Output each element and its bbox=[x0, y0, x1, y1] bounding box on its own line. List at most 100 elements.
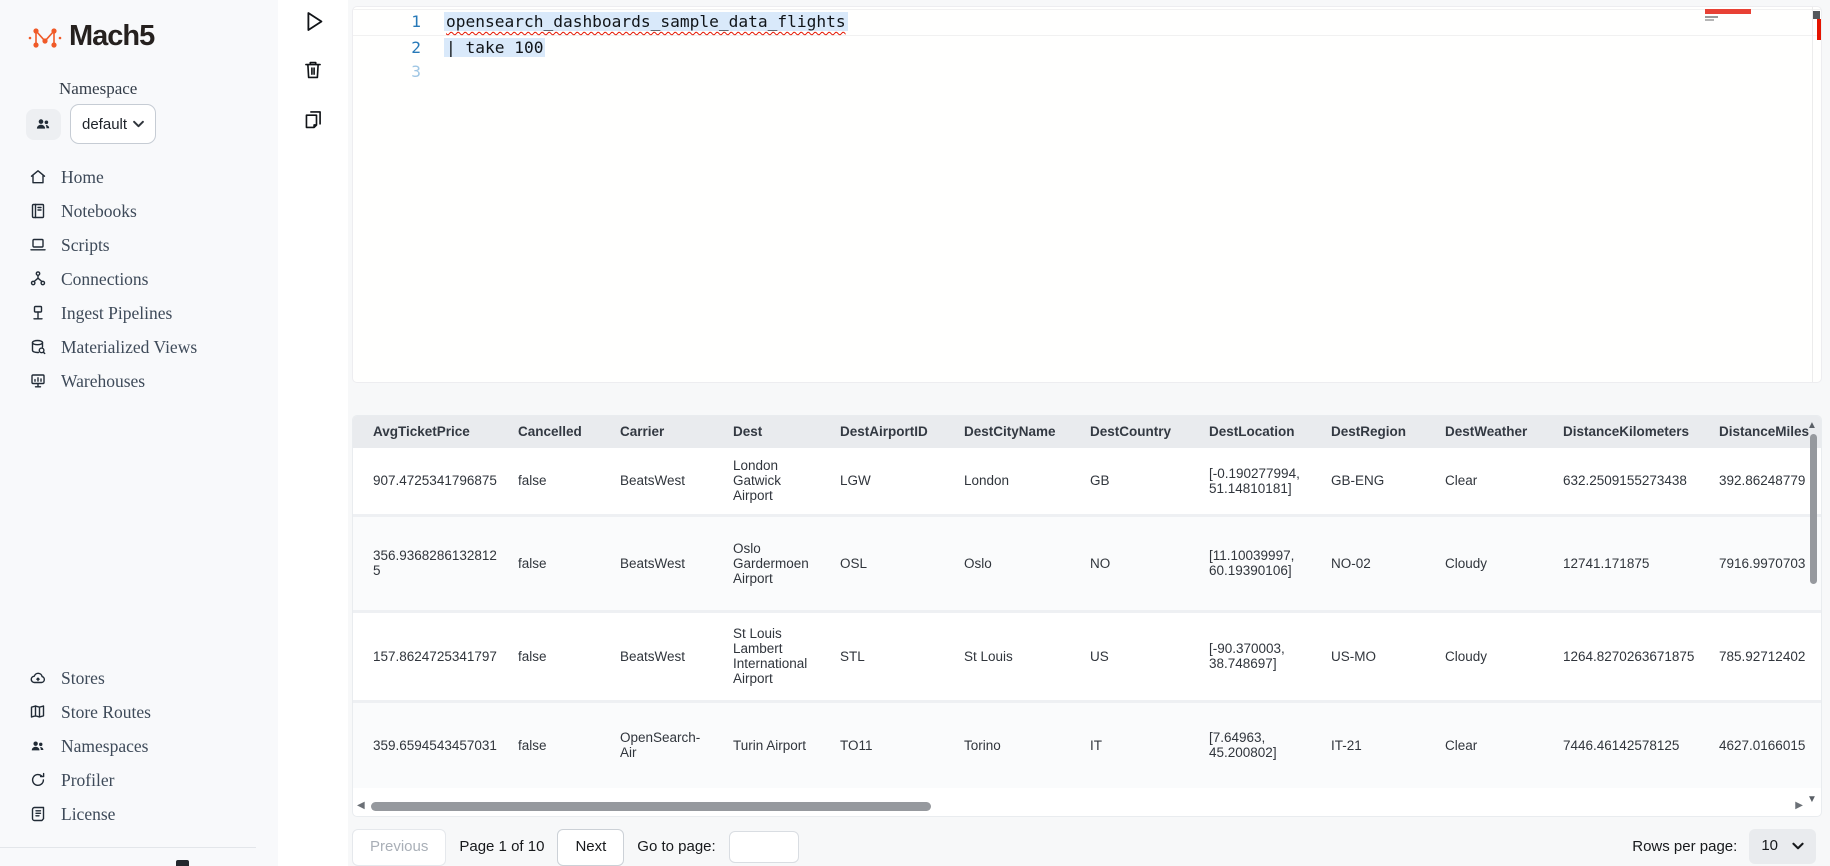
delete-query-button[interactable] bbox=[291, 49, 335, 91]
namespace-selected-value: default bbox=[82, 115, 128, 133]
table-cell: false bbox=[508, 447, 610, 514]
editor-line-3[interactable]: 3 bbox=[353, 60, 1821, 85]
vertical-scrollbar[interactable]: ▲ ▼ bbox=[1805, 416, 1819, 816]
line-number: 3 bbox=[411, 62, 421, 81]
chevron-down-icon bbox=[1792, 842, 1804, 849]
table-cell: 907.4725341796875 bbox=[353, 447, 508, 514]
column-header-destregion[interactable]: DestRegion bbox=[1321, 415, 1435, 448]
table-cell: Torino bbox=[954, 699, 1080, 788]
sidebar-item-warehouses[interactable]: Warehouses bbox=[0, 364, 278, 398]
table-cell: US bbox=[1080, 609, 1199, 700]
table-cell: NO-02 bbox=[1321, 513, 1435, 610]
sidebar-item-stores[interactable]: Stores bbox=[0, 661, 278, 695]
table-cell: NO bbox=[1080, 513, 1199, 610]
table-row[interactable]: 907.4725341796875 false BeatsWest London Ga… bbox=[353, 447, 1821, 514]
table-row[interactable]: 157.8624725341797 false BeatsWest St Louis … bbox=[353, 609, 1821, 700]
minimap-error-marker bbox=[1705, 9, 1751, 14]
sidebar-item-materialized-views[interactable]: Materialized Views bbox=[0, 330, 278, 364]
rows-per-page-label: Rows per page: bbox=[1632, 838, 1738, 855]
sidebar-item-label: License bbox=[61, 803, 116, 824]
license-icon bbox=[29, 805, 47, 823]
warehouse-icon bbox=[29, 372, 47, 390]
sidebar-item-connections[interactable]: Connections bbox=[0, 262, 278, 296]
ruler-error-marker bbox=[1817, 19, 1821, 40]
table-cell: Clear bbox=[1435, 699, 1553, 788]
sidebar-item-namespaces[interactable]: Namespaces bbox=[0, 729, 278, 763]
column-header-avgticketprice[interactable]: AvgTicketPrice bbox=[353, 415, 508, 448]
goto-page-input[interactable] bbox=[728, 831, 799, 863]
copy-query-button[interactable] bbox=[291, 98, 335, 140]
scroll-down-icon[interactable]: ▼ bbox=[1805, 794, 1819, 805]
editor-line-2[interactable]: 2 | take 100 bbox=[353, 36, 1821, 61]
sidebar-item-home[interactable]: Home bbox=[0, 160, 278, 194]
column-header-dest[interactable]: Dest bbox=[723, 415, 830, 448]
namespace-select[interactable]: default bbox=[70, 104, 156, 144]
editor-toolbar bbox=[278, 0, 348, 866]
sidebar-nav-main: Home Notebooks Scripts Connections Ingest Pi… bbox=[0, 160, 278, 398]
trash-icon bbox=[305, 61, 321, 79]
column-header-destcityname[interactable]: DestCityName bbox=[954, 415, 1080, 448]
sidebar-item-ingest-pipelines[interactable]: Ingest Pipelines bbox=[0, 296, 278, 330]
table-cell: Cloudy bbox=[1435, 513, 1553, 610]
horizontal-scrollbar[interactable]: ◀ ▶ bbox=[357, 799, 1803, 814]
previous-page-button[interactable]: Previous bbox=[352, 829, 447, 866]
rows-per-page-select[interactable]: 10 bbox=[1749, 829, 1816, 864]
line-number: 1 bbox=[411, 12, 421, 31]
sidebar-item-scripts[interactable]: Scripts bbox=[0, 228, 278, 262]
column-header-destlocation[interactable]: DestLocation bbox=[1199, 415, 1321, 448]
table-cell: US-MO bbox=[1321, 609, 1435, 700]
column-header-destairportid[interactable]: DestAirportID bbox=[830, 415, 954, 448]
column-header-carrier[interactable]: Carrier bbox=[610, 415, 723, 448]
editor-line-1[interactable]: 1 opensearch_dashboards_sample_data_fligh… bbox=[353, 9, 1821, 36]
next-page-button[interactable]: Next bbox=[557, 829, 625, 866]
table-cell: London bbox=[954, 447, 1080, 514]
table-cell: OSL bbox=[830, 513, 954, 610]
table-cell: Clear bbox=[1435, 447, 1553, 514]
query-editor[interactable]: 1 opensearch_dashboards_sample_data_fligh… bbox=[352, 6, 1822, 383]
column-header-distancekilometers[interactable]: DistanceKilometers bbox=[1553, 415, 1709, 448]
namespaces-people-icon[interactable] bbox=[26, 108, 61, 140]
sidebar-item-label: Notebooks bbox=[61, 200, 137, 221]
table-cell: 359.6594543457031 bbox=[353, 699, 508, 788]
scripts-icon bbox=[29, 236, 47, 254]
namespace-label: Namespace bbox=[59, 79, 138, 98]
pipeline-icon bbox=[29, 304, 47, 322]
horizontal-scrollbar-thumb[interactable] bbox=[371, 802, 931, 811]
mach5-logo-icon bbox=[28, 27, 62, 48]
column-header-cancelled[interactable]: Cancelled bbox=[508, 415, 610, 448]
sidebar-item-label: Namespaces bbox=[61, 735, 149, 756]
minimap[interactable] bbox=[1699, 7, 1811, 127]
run-query-button[interactable] bbox=[291, 0, 335, 42]
sidebar-item-store-routes[interactable]: Store Routes bbox=[0, 695, 278, 729]
table-cell: TO11 bbox=[830, 699, 954, 788]
table-row[interactable]: 359.6594543457031 false OpenSearch-Air Turi… bbox=[353, 699, 1821, 788]
logo-text: Mach5 bbox=[69, 20, 155, 52]
sidebar-item-label: Materialized Views bbox=[61, 336, 198, 357]
play-icon bbox=[306, 11, 322, 31]
code-text: opensearch_dashboards_sample_data_flight… bbox=[444, 12, 848, 31]
column-header-destcountry[interactable]: DestCountry bbox=[1080, 415, 1199, 448]
profiler-icon bbox=[29, 771, 47, 789]
sidebar-item-license[interactable]: License bbox=[0, 797, 278, 831]
scroll-right-icon[interactable]: ▶ bbox=[1795, 800, 1803, 811]
people-icon bbox=[29, 737, 47, 755]
table-row[interactable]: 356.93682861328125 false BeatsWest Oslo Gar… bbox=[353, 513, 1821, 610]
table-cell: [-90.370003, 38.748697] bbox=[1199, 609, 1321, 700]
sidebar-item-label: Connections bbox=[61, 268, 149, 289]
table-cell: 632.2509155273438 bbox=[1553, 447, 1709, 514]
table-cell: Oslo bbox=[954, 513, 1080, 610]
table-cell: 7446.46142578125 bbox=[1553, 699, 1709, 788]
results-panel: AvgTicketPrice Cancelled Carrier Dest DestAi… bbox=[352, 414, 1822, 817]
table-cell: Cloudy bbox=[1435, 609, 1553, 700]
home-icon bbox=[29, 168, 47, 186]
column-header-destweather[interactable]: DestWeather bbox=[1435, 415, 1553, 448]
sidebar-item-profiler[interactable]: Profiler bbox=[0, 763, 278, 797]
vertical-scrollbar-thumb[interactable] bbox=[1810, 433, 1817, 584]
sidebar-item-notebooks[interactable]: Notebooks bbox=[0, 194, 278, 228]
scroll-up-icon[interactable]: ▲ bbox=[1805, 420, 1819, 431]
chevron-down-icon bbox=[133, 120, 144, 128]
editor-lines: 1 opensearch_dashboards_sample_data_fligh… bbox=[353, 9, 1821, 85]
table-cell: IT bbox=[1080, 699, 1199, 788]
scroll-left-icon[interactable]: ◀ bbox=[357, 800, 365, 811]
pagination-bar: Previous Page 1 of 10 Next Go to page: R… bbox=[352, 829, 1822, 866]
